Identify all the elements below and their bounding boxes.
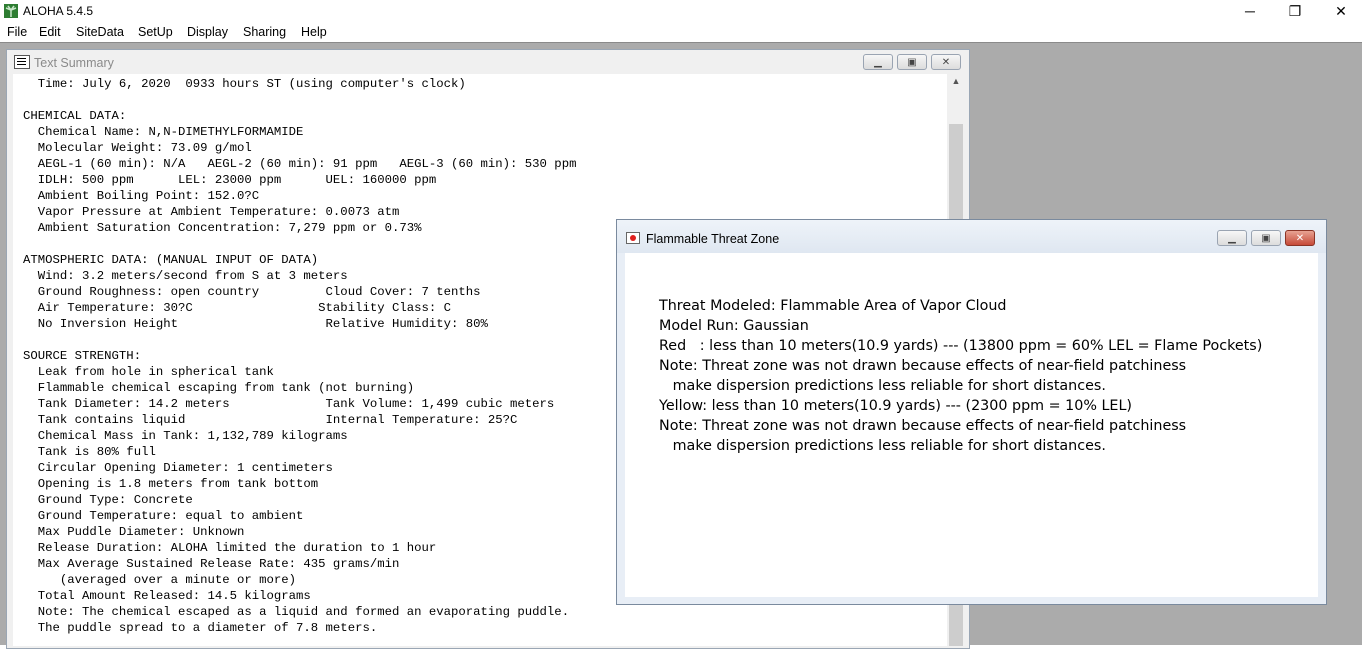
- threat-zone-line: Red : less than 10 meters(10.9 yards) --…: [659, 338, 1263, 354]
- summary-line: ATMOSPHERIC DATA: (MANUAL INPUT OF DATA): [23, 253, 319, 267]
- summary-line: Tank contains liquid Internal Temperatur…: [23, 413, 518, 427]
- summary-line: SOURCE STRENGTH:: [23, 349, 142, 363]
- summary-line: IDLH: 500 ppm LEL: 23000 ppm UEL: 160000…: [23, 173, 437, 187]
- scroll-up-arrow-icon[interactable]: ▲: [948, 76, 964, 92]
- app-title: ALOHA 5.4.5: [23, 4, 94, 18]
- summary-line: Tank Diameter: 14.2 meters Tank Volume: …: [23, 397, 555, 411]
- summary-line: Note: The chemical escaped as a liquid a…: [23, 605, 570, 619]
- text-summary-titlebar[interactable]: Text Summary ▁ ▣ ✕: [7, 50, 969, 74]
- menu-sharing[interactable]: Sharing: [243, 25, 286, 39]
- threat-zone-line: Note: Threat zone was not drawn because …: [659, 418, 1187, 434]
- menu-sitedata[interactable]: SiteData: [76, 25, 124, 39]
- summary-line: No Inversion Height Relative Humidity: 8…: [23, 317, 488, 331]
- summary-line: Max Puddle Diameter: Unknown: [23, 525, 245, 539]
- menu-setup[interactable]: SetUp: [138, 25, 173, 39]
- text-summary-body: Time: July 6, 2020 0933 hours ST (using …: [23, 76, 576, 636]
- threat-zone-line: Yellow: less than 10 meters(10.9 yards) …: [659, 398, 1133, 414]
- summary-line: Ground Roughness: open country Cloud Cov…: [23, 285, 481, 299]
- flammable-threat-zone-window: Flammable Threat Zone ▁ ▣ ✕ Threat Model…: [616, 219, 1327, 605]
- threat-zone-line: make dispersion predictions less reliabl…: [659, 378, 1106, 394]
- text-summary-minimize-button[interactable]: ▁: [863, 54, 893, 70]
- threat-zone-line: make dispersion predictions less reliabl…: [659, 438, 1106, 454]
- summary-line: Molecular Weight: 73.09 g/mol: [23, 141, 252, 155]
- threat-zone-minimize-button[interactable]: ▁: [1217, 230, 1247, 246]
- summary-line: Ground Type: Concrete: [23, 493, 193, 507]
- summary-line: Chemical Mass in Tank: 1,132,789 kilogra…: [23, 429, 348, 443]
- summary-line: Ground Temperature: equal to ambient: [23, 509, 304, 523]
- summary-line: Time: July 6, 2020 0933 hours ST (using …: [23, 77, 466, 91]
- menu-edit[interactable]: Edit: [39, 25, 61, 39]
- summary-line: Tank is 80% full: [23, 445, 156, 459]
- threat-zone-titlebar[interactable]: Flammable Threat Zone ▁ ▣ ✕: [617, 220, 1326, 253]
- summary-line: CHEMICAL DATA:: [23, 109, 127, 123]
- summary-line: Circular Opening Diameter: 1 centimeters: [23, 461, 333, 475]
- text-summary-close-button[interactable]: ✕: [931, 54, 961, 70]
- summary-line: Ambient Boiling Point: 152.0?C: [23, 189, 260, 203]
- close-button[interactable]: ✕: [1318, 0, 1362, 22]
- threat-zone-line: Threat Modeled: Flammable Area of Vapor …: [659, 298, 1007, 314]
- summary-line: Flammable chemical escaping from tank (n…: [23, 381, 415, 395]
- summary-line: Vapor Pressure at Ambient Temperature: 0…: [23, 205, 400, 219]
- menu-bar: File Edit SiteData SetUp Display Sharing…: [0, 22, 1362, 42]
- summary-line: [23, 92, 576, 108]
- menu-display[interactable]: Display: [187, 25, 228, 39]
- summary-line: Max Average Sustained Release Rate: 435 …: [23, 557, 400, 571]
- threat-zone-text: Threat Modeled: Flammable Area of Vapor …: [659, 296, 1262, 456]
- summary-line: Leak from hole in spherical tank: [23, 365, 274, 379]
- summary-line: Opening is 1.8 meters from tank bottom: [23, 477, 319, 491]
- threat-zone-content: Threat Modeled: Flammable Area of Vapor …: [625, 253, 1318, 597]
- document-icon: [14, 55, 30, 69]
- summary-line: Air Temperature: 30?C Stability Class: C: [23, 301, 452, 315]
- summary-line: [23, 332, 576, 348]
- menu-file[interactable]: File: [7, 25, 27, 39]
- threat-zone-line: Note: Threat zone was not drawn because …: [659, 358, 1187, 374]
- summary-line: The puddle spread to a diameter of 7.8 m…: [23, 621, 378, 635]
- threat-zone-close-button[interactable]: ✕: [1285, 230, 1315, 246]
- text-summary-restore-button[interactable]: ▣: [897, 54, 927, 70]
- summary-line: (averaged over a minute or more): [23, 573, 297, 587]
- summary-line: AEGL-1 (60 min): N/A AEGL-2 (60 min): 91…: [23, 157, 577, 171]
- app-titlebar: ALOHA 5.4.5 ─ ❐ ✕: [0, 0, 1362, 22]
- text-summary-title: Text Summary: [34, 56, 114, 70]
- summary-line: Total Amount Released: 14.5 kilograms: [23, 589, 311, 603]
- summary-line: Wind: 3.2 meters/second from S at 3 mete…: [23, 269, 348, 283]
- restore-button[interactable]: ❐: [1272, 0, 1318, 22]
- palm-tree-icon: [4, 4, 18, 18]
- threat-zone-line: Model Run: Gaussian: [659, 318, 809, 334]
- summary-line: Release Duration: ALOHA limited the dura…: [23, 541, 437, 555]
- menu-help[interactable]: Help: [301, 25, 327, 39]
- threat-zone-restore-button[interactable]: ▣: [1251, 230, 1281, 246]
- summary-line: Chemical Name: N,N-DIMETHYLFORMAMIDE: [23, 125, 304, 139]
- threat-zone-title: Flammable Threat Zone: [646, 232, 780, 246]
- summary-line: [23, 236, 576, 252]
- minimize-button[interactable]: ─: [1227, 0, 1273, 22]
- fire-icon: [626, 232, 640, 244]
- summary-line: Ambient Saturation Concentration: 7,279 …: [23, 221, 422, 235]
